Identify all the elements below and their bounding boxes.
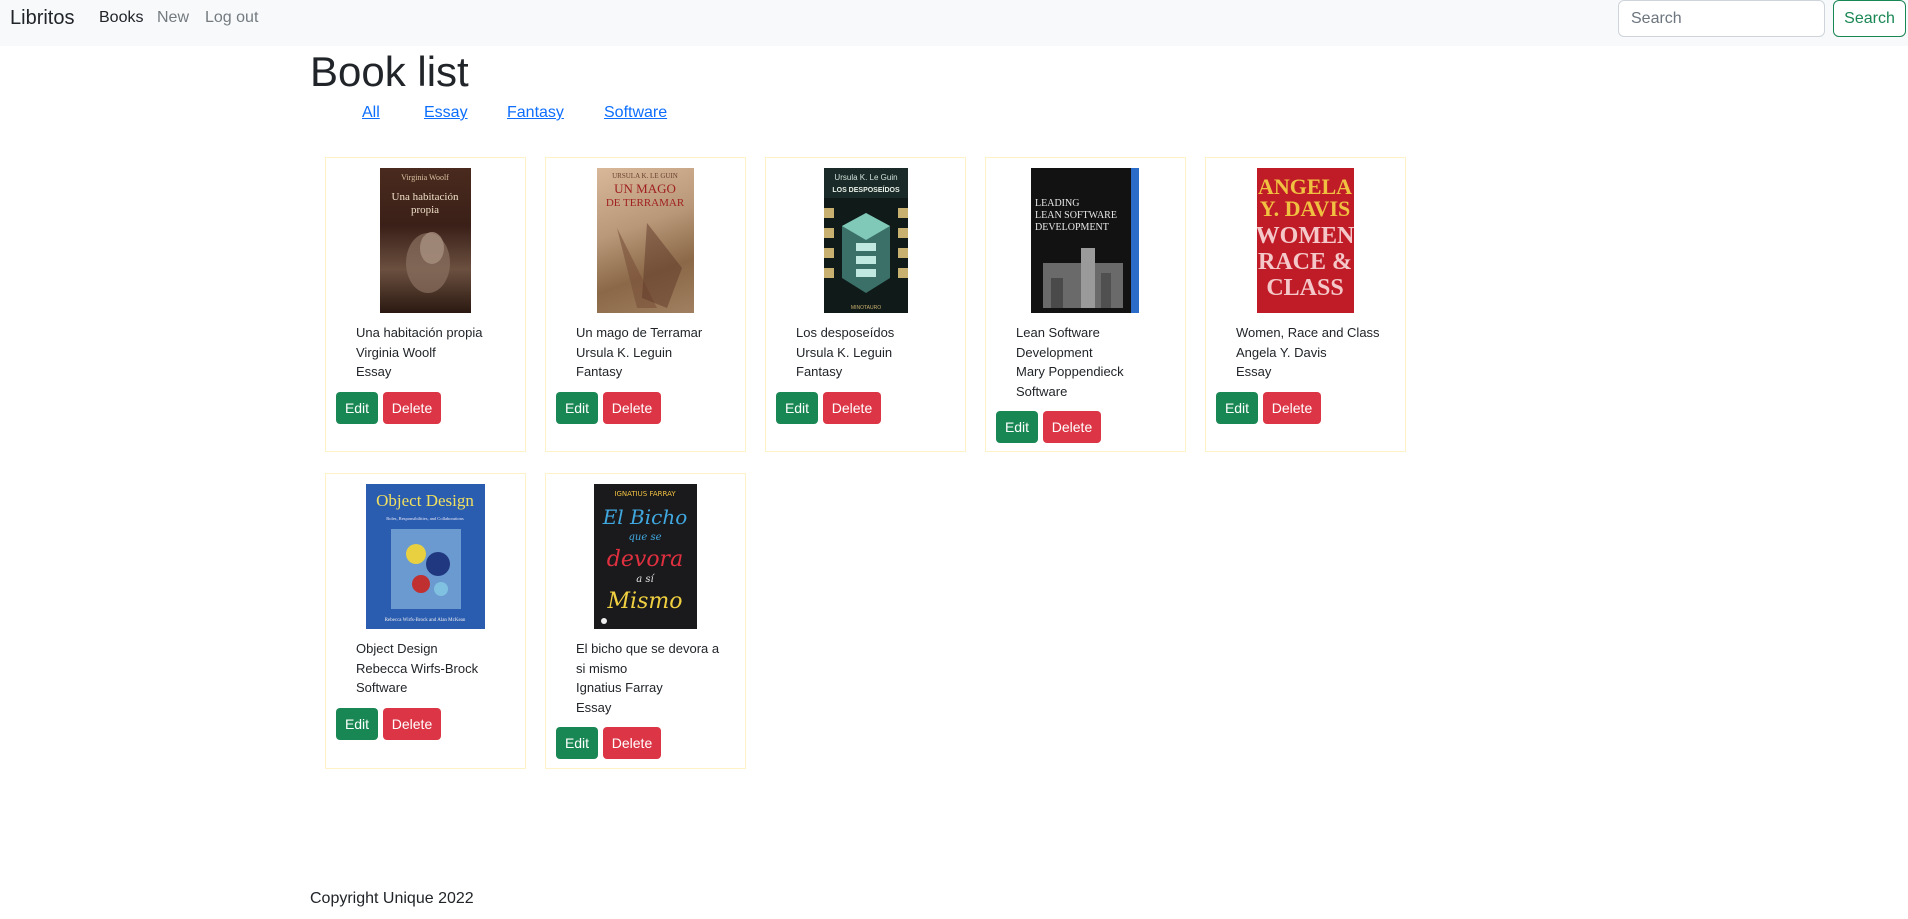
book-author: Rebecca Wirfs-Brock (356, 660, 479, 676)
delete-button[interactable]: Delete (603, 392, 661, 424)
brand-link[interactable]: Libritos (10, 7, 74, 30)
book-card: URSULA K. LE GUIN UN MAGO DE TERRAMAR Un… (545, 157, 746, 452)
search-button[interactable]: Search (1833, 0, 1906, 37)
page-title: Book list (310, 48, 469, 95)
filter-essay[interactable]: Essay (424, 104, 468, 122)
book-info: Un mago de Terramar Ursula K. Leguin Fan… (576, 323, 726, 382)
book-genre: Fantasy (796, 364, 843, 379)
book-title: Los desposeídos (796, 325, 895, 340)
delete-button[interactable]: Delete (1263, 392, 1321, 424)
cover-author: Y. DAVIS (1260, 196, 1351, 221)
cover-title: WOMEN (1257, 223, 1354, 249)
edit-button[interactable]: Edit (336, 392, 378, 424)
book-cover: LEADING LEAN SOFTWARE DEVELOPMENT (1031, 168, 1139, 313)
book-info: El bicho que se devora a si mismo Ignati… (576, 639, 726, 717)
book-card: Ursula K. Le Guin LOS DESPOSEÍDOS MINOTA… (765, 157, 966, 452)
filter-software[interactable]: Software (604, 104, 667, 122)
cover-title: LEADING (1035, 198, 1079, 209)
book-cover: Ursula K. Le Guin LOS DESPOSEÍDOS MINOTA… (824, 168, 908, 313)
book-info: Los desposeídos Ursula K. Leguin Fantasy (796, 323, 946, 382)
book-title: Una habitación propia (356, 325, 483, 340)
book-author: Ursula K. Leguin (796, 344, 893, 360)
book-cover: Object Design Roles, Responsibilities, a… (366, 484, 485, 629)
delete-button[interactable]: Delete (603, 727, 661, 759)
book-cover: ANGELA Y. DAVIS WOMEN RACE & CLASS (1257, 168, 1354, 313)
cover-author: Rebecca Wirfs-Brock and Alan McKean (385, 618, 466, 623)
book-genre: Essay (576, 699, 612, 715)
cover-title: DE TERRAMAR (606, 197, 685, 209)
book-card: IGNATIUS FARRAY El Bicho que se devora a… (545, 473, 746, 769)
cover-author: IGNATIUS FARRAY (614, 490, 676, 498)
cover-author: URSULA K. LE GUIN (612, 172, 678, 180)
cover-title: propia (411, 204, 439, 216)
navbar: Libritos Books New Log out Search (0, 0, 1908, 46)
nav-books[interactable]: Books (99, 9, 143, 27)
book-genre: Essay (1236, 364, 1272, 379)
filter-all[interactable]: All (362, 104, 380, 122)
cover-title: LOS DESPOSEÍDOS (832, 185, 900, 194)
edit-button[interactable]: Edit (996, 411, 1038, 443)
cover-title: El Bicho (602, 505, 688, 529)
book-card: Virginia Woolf Una habitación propia Una… (325, 157, 526, 452)
delete-button[interactable]: Delete (823, 392, 881, 424)
book-genre: Fantasy (576, 364, 623, 379)
cover-author: Ursula K. Le Guin (834, 173, 897, 182)
book-info: Women, Race and Class Angela Y. Davis Es… (1236, 323, 1386, 382)
book-title: El bicho que se devora a si mismo (576, 641, 720, 676)
book-title: Object Design (356, 641, 438, 656)
book-info: Una habitación propia Virginia Woolf Ess… (356, 323, 506, 382)
nav-logout[interactable]: Log out (205, 9, 258, 27)
book-info: Lean Software Development Mary Poppendie… (1016, 323, 1166, 401)
cover-title: a sí (636, 574, 655, 585)
footer-copyright: Copyright Unique 2022 (310, 890, 474, 907)
cover-title: CLASS (1266, 275, 1343, 301)
book-genre: Software (356, 680, 408, 695)
delete-button[interactable]: Delete (1043, 411, 1101, 443)
book-author: Virginia Woolf (356, 344, 436, 360)
book-author: Mary Poppendieck (1016, 364, 1124, 379)
cover-title: LEAN SOFTWARE (1035, 210, 1117, 221)
cover-title: que se (629, 532, 662, 543)
cover-title: devora (607, 547, 683, 572)
cover-subtitle: Roles, Responsibilities, and Collaborati… (386, 516, 464, 522)
book-author: Angela Y. Davis (1236, 344, 1327, 360)
delete-button[interactable]: Delete (383, 708, 441, 740)
book-cover: URSULA K. LE GUIN UN MAGO DE TERRAMAR (597, 168, 694, 313)
delete-button[interactable]: Delete (383, 392, 441, 424)
edit-button[interactable]: Edit (556, 392, 598, 424)
cover-title: DEVELOPMENT (1035, 222, 1109, 233)
book-card: Object Design Roles, Responsibilities, a… (325, 473, 526, 769)
book-card: LEADING LEAN SOFTWARE DEVELOPMENT Lean S… (985, 157, 1186, 452)
cover-publisher: MINOTAURO (851, 305, 881, 311)
nav-new[interactable]: New (157, 9, 189, 27)
cover-title: Mismo (607, 589, 683, 614)
cover-title: UN MAGO (614, 181, 676, 196)
edit-button[interactable]: Edit (336, 708, 378, 740)
book-author: Ursula K. Leguin (576, 344, 673, 360)
book-cover: IGNATIUS FARRAY El Bicho que se devora a… (594, 484, 697, 629)
cover-title: Object Design (376, 491, 474, 510)
cover-title: RACE & (1258, 249, 1352, 275)
edit-button[interactable]: Edit (556, 727, 598, 759)
edit-button[interactable]: Edit (1216, 392, 1258, 424)
cover-title: Una habitación (392, 191, 459, 203)
book-author: Ignatius Farray (576, 680, 663, 695)
cover-author: Virginia Woolf (401, 173, 449, 182)
search-input[interactable] (1618, 0, 1825, 37)
book-card: ANGELA Y. DAVIS WOMEN RACE & CLASS Women… (1205, 157, 1406, 452)
book-title: Un mago de Terramar (576, 325, 703, 340)
edit-button[interactable]: Edit (776, 392, 818, 424)
book-cover: Virginia Woolf Una habitación propia (380, 168, 471, 313)
filter-fantasy[interactable]: Fantasy (507, 104, 564, 122)
book-info: Object Design Rebecca Wirfs-Brock Softwa… (356, 639, 506, 698)
book-title: Lean Software Development (1016, 325, 1100, 360)
book-genre: Essay (356, 364, 392, 379)
book-genre: Software (1016, 383, 1068, 399)
book-title: Women, Race and Class (1236, 325, 1380, 340)
